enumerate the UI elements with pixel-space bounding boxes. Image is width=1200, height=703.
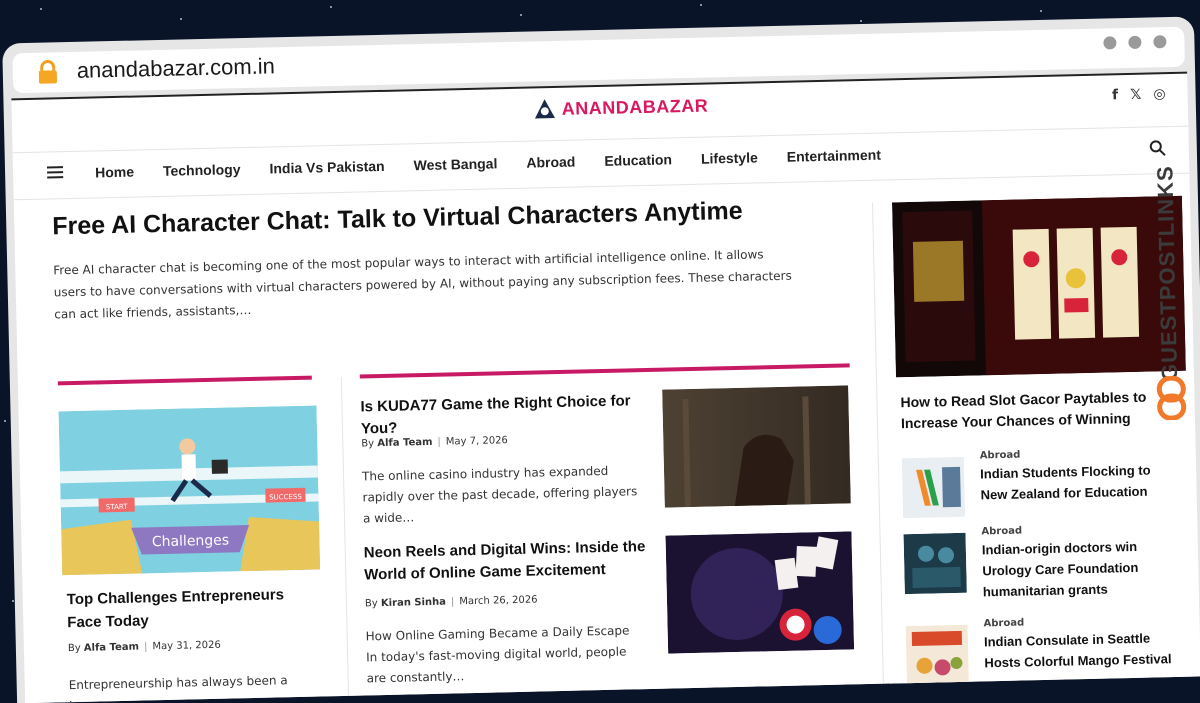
facebook-icon[interactable]: f xyxy=(1112,87,1118,103)
sidebar-thumbnail[interactable] xyxy=(901,456,966,519)
byline-prefix: By xyxy=(67,642,81,655)
nav-item-india-vs-pakistan[interactable]: India Vs Pakistan xyxy=(269,158,385,177)
nav-item-technology[interactable]: Technology xyxy=(163,161,241,179)
byline-prefix: By xyxy=(361,438,375,450)
social-links: f 𝕏 ◎ xyxy=(1112,86,1166,103)
sidebar-thumbnail[interactable] xyxy=(903,532,967,595)
sidebar-thumbnail[interactable] xyxy=(905,624,969,687)
nav-menu: Home Technology India Vs Pakistan West B… xyxy=(95,146,910,181)
watermark-text: GUESTPOSTLINKS xyxy=(1152,165,1183,382)
guestpostlinks-watermark: GUESTPOSTLINKS xyxy=(1148,130,1189,431)
nav-item-lifestyle[interactable]: Lifestyle xyxy=(701,149,758,166)
category-label[interactable]: Abroad xyxy=(980,450,1021,462)
browser-window: anandabazar.com.in ANANDABAZAR f 𝕏 ◎ Hom… xyxy=(2,16,1200,703)
post-date: March 26, 2026 xyxy=(459,594,538,608)
sidebar-item-title[interactable]: Indian Students Flocking to New Zealand … xyxy=(980,460,1181,506)
featured-article-title[interactable]: Top Challenges Entrepreneurs Face Today xyxy=(67,584,318,635)
article-card: Is KUDA77 Game the Right Choice for You?… xyxy=(360,385,853,526)
post-date: May 31, 2026 xyxy=(152,639,221,653)
instagram-icon[interactable]: ◎ xyxy=(1153,86,1166,102)
main-navigation: Home Technology India Vs Pakistan West B… xyxy=(12,125,1190,201)
article-card: Neon Reels and Digital Wins: Inside the … xyxy=(364,531,858,702)
web-page: ANANDABAZAR f 𝕏 ◎ Home Technology India … xyxy=(11,71,1200,703)
hero-excerpt: Free AI character chat is becoming one o… xyxy=(53,247,792,322)
post-date: May 7, 2026 xyxy=(445,435,508,448)
lock-icon xyxy=(38,60,58,84)
start-sign-label: START xyxy=(106,503,128,512)
browser-frame: anandabazar.com.in ANANDABAZAR f 𝕏 ◎ Hom… xyxy=(2,16,1200,703)
x-icon[interactable]: 𝕏 xyxy=(1130,87,1142,103)
challenges-label: Challenges xyxy=(152,533,230,551)
nav-item-home[interactable]: Home xyxy=(95,164,134,181)
featured-article-meta: By Alfa Team | May 31, 2026 xyxy=(67,639,221,655)
hero-title[interactable]: Free AI Character Chat: Talk to Virtual … xyxy=(52,193,852,241)
sidebar-item-title[interactable]: Indian Consulate in Seattle Hosts Colorf… xyxy=(984,628,1185,674)
slot-machine-image[interactable] xyxy=(891,195,1186,378)
sidebar: How to Read Slot Gacor Paytables to Incr… xyxy=(891,195,1186,687)
nav-item-west-bangal[interactable]: West Bangal xyxy=(413,155,497,173)
sidebar-divider xyxy=(871,202,885,703)
category-label[interactable]: Abroad xyxy=(981,526,1022,538)
hamburger-menu-icon[interactable] xyxy=(46,166,64,179)
article-title[interactable]: Is KUDA77 Game the Right Choice for You? xyxy=(360,390,651,440)
site-logo[interactable]: ANANDABAZAR xyxy=(531,93,708,123)
success-sign-label: SUCCESS xyxy=(269,493,302,502)
article-excerpt: How Online Gaming Became a Daily Escape … xyxy=(365,623,630,686)
sidebar-item: Abroad Indian Consulate in Seattle Hosts… xyxy=(905,617,1198,697)
author-link[interactable]: Alfa Team xyxy=(377,437,432,449)
window-controls xyxy=(1103,35,1167,50)
window-dot[interactable] xyxy=(1103,36,1117,50)
casino-cards-image[interactable] xyxy=(665,531,855,654)
hero-article: Free AI Character Chat: Talk to Virtual … xyxy=(52,193,854,326)
section-accent-bar xyxy=(57,375,312,386)
sidebar-item: Abroad Indian-origin doctors win Urology… xyxy=(903,526,1196,605)
sidebar-item-title[interactable]: Indian-origin doctors win Urology Care F… xyxy=(982,536,1183,603)
logo-mark-icon xyxy=(534,99,555,119)
horse-stable-image[interactable] xyxy=(662,385,851,508)
category-label[interactable]: Abroad xyxy=(983,617,1024,629)
article-excerpt: The online casino industry has expanded … xyxy=(361,463,638,526)
sidebar-featured-title[interactable]: How to Read Slot Gacor Paytables to Incr… xyxy=(900,386,1171,434)
window-dot[interactable] xyxy=(1128,35,1142,49)
nav-item-education[interactable]: Education xyxy=(604,151,672,169)
article-meta: By Kiran Sinha | March 26, 2026 xyxy=(364,594,538,610)
watermark-chain-icon xyxy=(1156,375,1187,421)
author-link[interactable]: Kiran Sinha xyxy=(381,597,446,609)
author-link[interactable]: Alfa Team xyxy=(84,642,139,654)
column-divider xyxy=(340,376,350,703)
article-meta: By Alfa Team | May 7, 2026 xyxy=(361,435,508,450)
article-title[interactable]: Neon Reels and Digital Wins: Inside the … xyxy=(364,536,655,586)
nav-item-abroad[interactable]: Abroad xyxy=(526,154,575,171)
url-text: anandabazar.com.in xyxy=(76,53,276,83)
window-dot[interactable] xyxy=(1153,35,1167,49)
featured-article-excerpt: Entrepreneurship has always been a journ… xyxy=(68,673,288,703)
sidebar-item: Abroad Indian Students Flocking to New Z… xyxy=(901,450,1194,529)
article-grid: Challenges START SUCCESS Top Challenges … xyxy=(56,361,864,703)
logo-text: ANANDABAZAR xyxy=(561,95,709,119)
nav-item-entertainment[interactable]: Entertainment xyxy=(787,147,881,165)
featured-article-image[interactable]: Challenges START SUCCESS xyxy=(58,405,321,576)
byline-prefix: By xyxy=(364,598,378,610)
section-accent-bar xyxy=(359,363,850,379)
